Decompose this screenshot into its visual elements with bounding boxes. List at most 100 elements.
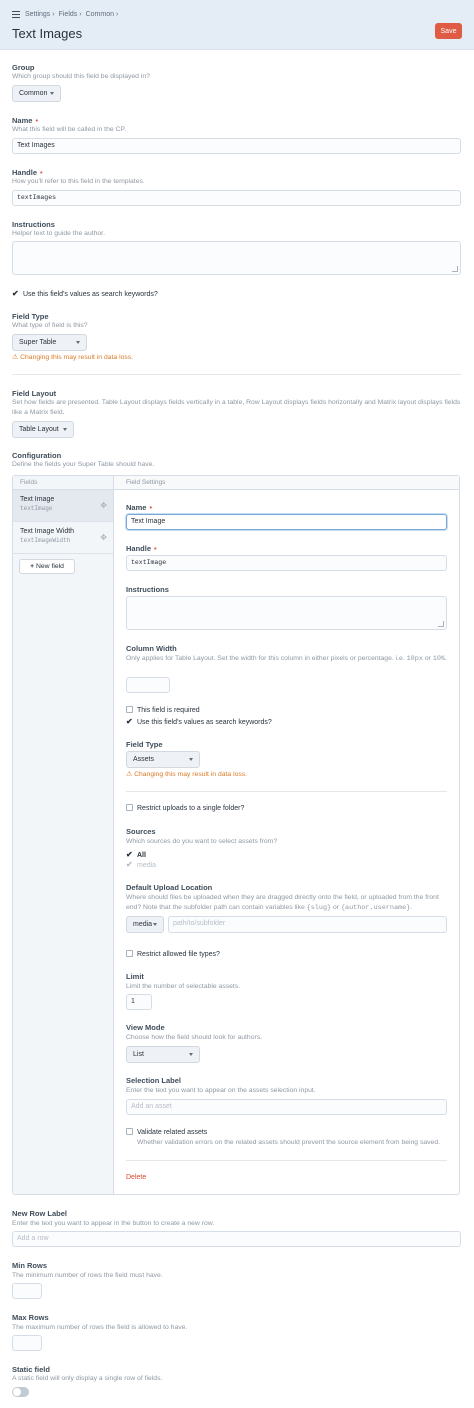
configuration-instructions: Define the fields your Super Table shoul… [12,461,155,468]
fs-restrict-folder-checkbox[interactable]: Restrict uploads to a single folder? [126,804,244,813]
fields-pane: Fields Text Image textImage ✥ Text Image… [13,476,114,1194]
fs-column-width-input[interactable] [126,677,170,693]
field-item-text-image[interactable]: Text Image textImage ✥ [13,490,113,522]
group-select-value: Common [19,90,48,97]
fs-type-label: Field Type [126,740,163,749]
name-field[interactable]: Text Images [12,138,461,154]
field-type-value: Super Table [19,339,57,346]
field-type-warning: ⚠ Changing this may result in data loss. [12,354,134,361]
handle-label: Handle • [12,168,43,177]
field-layout-instructions: Set how fields are presented. Table Layo… [12,399,461,416]
fields-pane-heading: Fields [13,476,113,490]
configuration-label: Configuration [12,451,62,460]
field-item-handle: textImage [20,505,53,512]
fs-required-checkbox[interactable]: This field is required [126,706,200,715]
group-select[interactable]: Common [12,85,61,102]
checkbox-box [126,950,133,957]
move-icon[interactable]: ✥ [100,533,107,542]
field-item-name: Text Image Width [20,528,75,535]
fs-selection-label-placeholder: Add an asset [131,1103,172,1110]
fs-upload-location-label: Default Upload Location [126,883,213,892]
fs-restrict-types-checkbox[interactable]: Restrict allowed file types? [126,950,220,959]
min-rows-input[interactable] [12,1283,42,1299]
handle-instructions: How you'll refer to this field in the te… [12,178,145,185]
fs-upload-location-instructions: Where should files be uploaded when they… [126,894,439,912]
fs-handle-field[interactable]: textImage [126,555,447,571]
new-row-label-label: New Row Label [12,1209,68,1218]
plus-icon: + [30,563,35,570]
divider [12,374,461,375]
fs-view-mode-instructions: Choose how the field should look for aut… [126,1034,263,1041]
delete-field-link[interactable]: Delete [126,1174,146,1181]
checkmark-icon: ✔ [126,717,133,726]
min-rows-instructions: The minimum number of rows the field mus… [12,1272,163,1279]
field-layout-value: Table Layout [19,426,59,433]
static-field-toggle[interactable] [12,1387,29,1397]
handle-field[interactable]: textImages [12,190,461,206]
fs-handle-label: Handle • [126,544,157,553]
checkmark-icon: ✔ [126,850,133,859]
field-item-text-image-width[interactable]: Text Image Width textImageWidth ✥ [13,522,113,554]
field-layout-select[interactable]: Table Layout [12,421,74,438]
fs-type-value: Assets [133,756,155,763]
divider [126,1160,447,1161]
new-field-button[interactable]: + New field [19,559,75,574]
name-label: Name • [12,116,39,125]
field-layout-label: Field Layout [12,389,57,398]
max-rows-input[interactable] [12,1335,42,1351]
fs-column-width-label: Column Width [126,644,177,653]
fs-upload-path-input[interactable]: path/to/subfolder [168,916,447,933]
fs-limit-input[interactable]: 1 [126,994,152,1010]
fs-instructions-textarea[interactable] [126,596,447,630]
max-rows-label: Max Rows [12,1313,49,1322]
fs-selection-label-instructions: Enter the text you want to appear on the… [126,1087,316,1094]
fs-sources-all-checkbox[interactable]: ✔ All [126,850,146,860]
breadcrumb-fields[interactable]: Fields [59,11,78,18]
fs-validate-instructions: Whether validation errors on the related… [137,1139,441,1146]
instructions-textarea[interactable] [12,241,461,275]
fs-instructions-label: Instructions [126,585,169,594]
fs-view-mode-label: View Mode [126,1023,165,1032]
fs-selection-label-label: Selection Label [126,1076,182,1085]
save-button[interactable]: Save [435,23,462,39]
chevron-down-icon [153,923,157,926]
checkmark-icon: ✔ [12,289,19,298]
chevron-down-icon [50,92,54,95]
fs-sources-label: Sources [126,827,156,836]
fs-upload-path-placeholder: path/to/subfolder [173,920,226,927]
fs-selection-label-input[interactable]: Add an asset [126,1099,447,1115]
field-settings-heading: Field Settings [114,476,459,490]
chevron-down-icon [189,758,193,761]
search-keywords-checkbox[interactable]: ✔ Use this field's values as search keywo… [12,289,158,299]
fs-restrict-folder-label: Restrict uploads to a single folder? [137,805,245,812]
fs-validate-checkbox[interactable]: Validate related assets [126,1128,207,1137]
breadcrumb: Settings › Fields › Common › [25,11,119,18]
fs-validate-label: Validate related assets [137,1129,208,1136]
fs-sources-all-label: All [137,852,146,859]
menu-icon[interactable] [12,11,20,19]
chevron-down-icon [63,428,67,431]
breadcrumb-common[interactable]: Common [86,11,114,18]
fs-upload-source-select[interactable]: media [126,916,164,933]
fs-column-width-instructions: Only applies for Table Layout. Set the w… [126,655,447,663]
fs-upload-source-value: media [133,921,153,928]
fs-name-field[interactable]: Text Image [126,514,447,530]
field-type-label: Field Type [12,312,49,321]
fs-search-checkbox[interactable]: ✔ Use this field's values as search keywo… [126,717,272,727]
checkbox-box [126,1128,133,1135]
field-item-handle: textImageWidth [20,537,71,544]
fs-type-select[interactable]: Assets [126,751,200,768]
move-icon[interactable]: ✥ [100,501,107,510]
fs-limit-label: Limit [126,972,144,981]
field-item-name: Text Image [20,496,55,503]
warning-icon: ⚠ [12,354,19,361]
checkmark-icon: ✔ [126,860,133,869]
breadcrumb-settings[interactable]: Settings [25,11,50,18]
page-header: Settings › Fields › Common › Text Images Sa… [0,0,474,50]
name-instructions: What this field will be called in the CP… [12,126,126,133]
fs-limit-instructions: Limit the number of selectable assets. [126,983,241,990]
fs-type-warning: ⚠ Changing this may result in data loss. [126,771,248,778]
field-type-select[interactable]: Super Table [12,334,87,351]
new-row-label-input[interactable]: Add a row [12,1231,461,1247]
fs-view-mode-select[interactable]: List [126,1046,200,1063]
